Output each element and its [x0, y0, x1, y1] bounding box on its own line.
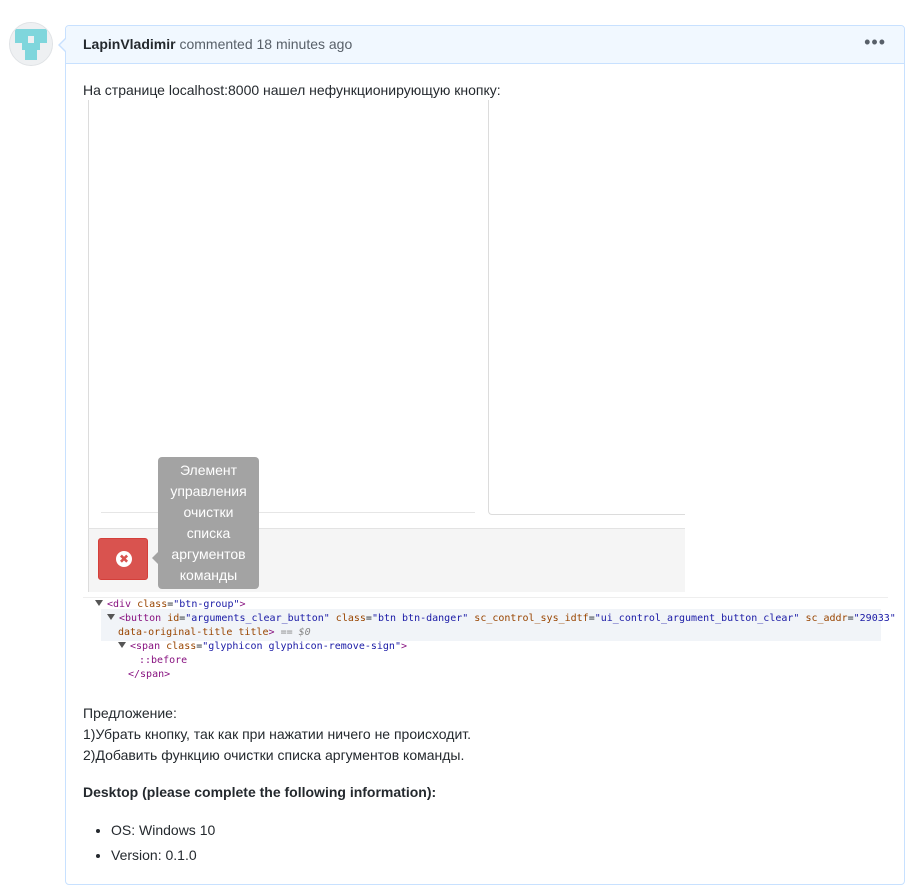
expand-triangle-icon [107, 614, 115, 620]
devtools-line: <div class="btn-group"> [95, 598, 246, 612]
desktop-info-list: OS: Windows 10 Version: 0.1.0 [93, 818, 215, 868]
code-val: "btn-group" [173, 599, 240, 610]
devtools-line: </span> [128, 668, 170, 682]
code-pseudo: ::before [139, 655, 188, 666]
code-attr: sc_addr [805, 613, 848, 624]
tooltip: Элемент управления очистки списка аргуме… [158, 457, 259, 589]
code-attr: id [167, 613, 180, 624]
tooltip-line: управления [170, 483, 247, 499]
comment-timestamp[interactable]: 18 minutes ago [257, 36, 353, 52]
arguments-clear-button: ✖ [98, 538, 148, 580]
code-val: "ui_control_argument_button_clear" [594, 613, 800, 624]
proposal-heading: Предложение: [83, 705, 177, 721]
comment-action: commented [179, 36, 253, 52]
screenshot-right-panel [488, 100, 685, 515]
code-val: "btn btn-danger" [371, 613, 469, 624]
tooltip-line: аргументов [171, 546, 246, 562]
list-item: OS: Windows 10 [111, 818, 215, 843]
list-item: Version: 0.1.0 [111, 843, 215, 868]
code-attr: data-original-title title [118, 627, 269, 638]
devtools-line: <span class="glyphicon glyphicon-remove-… [118, 640, 407, 654]
author-link[interactable]: LapinVladimir [83, 36, 176, 52]
proposal-item-1: 1)Убрать кнопку, так как при нажатии нич… [83, 726, 472, 742]
comment-intro: На странице localhost:8000 нашел нефункц… [83, 82, 501, 98]
code-val: "glyphicon glyphicon-remove-sign" [202, 641, 401, 652]
more-options-icon[interactable]: ••• [864, 32, 886, 53]
code-tag: <button [119, 613, 162, 624]
proposal-item-2: 2)Добавить функцию очистки списка аргуме… [83, 747, 465, 763]
screenshot-left-panel [88, 100, 489, 530]
devtools-line: <button id="arguments_clear_button" clas… [107, 612, 896, 626]
code-attr: class [335, 613, 366, 624]
code-attr: class [137, 599, 168, 610]
code-val: "arguments_clear_button" [185, 613, 330, 624]
devtools-code: <div class="btn-group"> <button id="argu… [83, 597, 896, 682]
code-selected-marker: == $0 [280, 627, 311, 638]
tooltip-line: команды [179, 567, 238, 583]
devtools-line: ::before [139, 654, 187, 668]
code-attr: sc_control_sys_idtf [474, 613, 589, 624]
code-val: "29033" [853, 613, 896, 624]
tooltip-line: списка [186, 525, 231, 541]
desktop-heading: Desktop (please complete the following i… [83, 784, 437, 800]
comment-header-text: LapinVladimir commented 18 minutes ago [83, 36, 352, 52]
devtools-line: data-original-title title> == $0 [118, 627, 311, 638]
expand-triangle-icon [118, 642, 126, 648]
comment-header: LapinVladimir commented 18 minutes ago •… [66, 26, 904, 64]
code-tag: <span [130, 641, 161, 652]
code-attr: class [166, 641, 197, 652]
tooltip-line: очистки [183, 504, 234, 520]
tooltip-line: Элемент [179, 462, 238, 478]
avatar[interactable] [9, 22, 53, 66]
expand-triangle-icon [95, 600, 103, 606]
remove-sign-icon: ✖ [116, 551, 132, 567]
code-tag: <div [107, 599, 132, 610]
code-tag: </span> [128, 669, 171, 680]
embedded-screenshot[interactable]: ✖ Элемент управления очистки списка аргу… [83, 100, 685, 592]
identicon-icon [10, 23, 52, 65]
